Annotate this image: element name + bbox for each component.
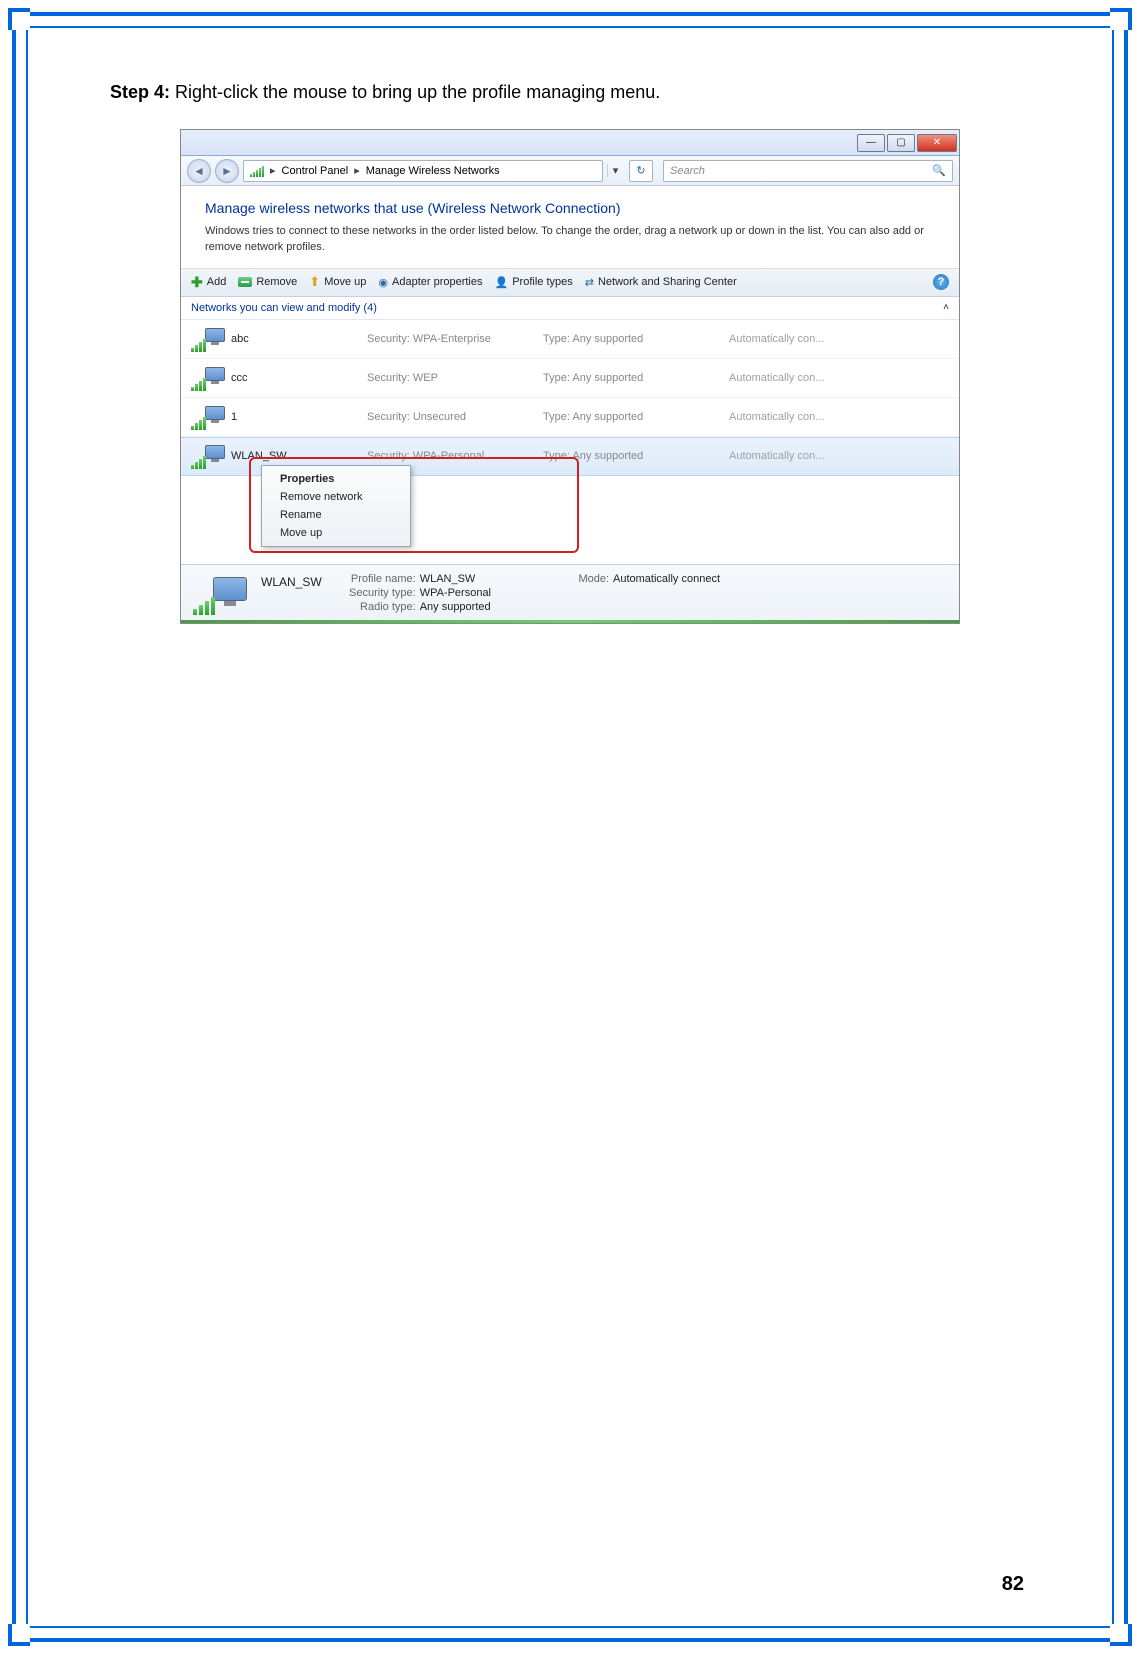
detail-radio-type: Radio type:Any supported <box>338 601 491 613</box>
network-security: Security: Unsecured <box>367 411 537 423</box>
adapter-icon: ◉ <box>378 276 388 289</box>
breadcrumb-dropdown[interactable]: ▾ <box>607 164 623 177</box>
network-name: abc <box>231 333 361 345</box>
minimize-button[interactable]: — <box>857 134 885 152</box>
network-auto: Automatically con... <box>729 372 949 384</box>
moveup-button[interactable]: ⬆Move up <box>309 274 366 290</box>
back-button[interactable]: ◄ <box>187 159 211 183</box>
chevron-up-icon[interactable]: ˄ <box>943 302 949 314</box>
step-label: Step 4: <box>110 82 170 102</box>
person-icon: 👤 <box>495 276 509 289</box>
up-arrow-icon: ⬆ <box>309 274 320 290</box>
page-description: Windows tries to connect to these networ… <box>205 224 935 256</box>
network-security: Security: WPA-Personal <box>367 450 537 462</box>
step-instruction: Step 4: Right-click the mouse to bring u… <box>110 82 1030 103</box>
plus-icon: ✚ <box>191 274 203 291</box>
share-icon: ⇄ <box>585 276 594 289</box>
refresh-button[interactable]: ↻ <box>629 160 653 182</box>
explorer-nav: ◄ ► ▸ Control Panel ▸ Manage Wireless Ne… <box>181 156 959 186</box>
detail-security-type: Security type:WPA-Personal <box>338 587 491 599</box>
menu-rename[interactable]: Rename <box>262 506 410 524</box>
step-body: Right-click the mouse to bring up the pr… <box>170 82 660 102</box>
add-button[interactable]: ✚Add <box>191 274 226 291</box>
network-icon <box>191 326 225 352</box>
details-network-icon <box>193 573 249 615</box>
profile-types-button[interactable]: 👤Profile types <box>495 276 573 289</box>
breadcrumb-seg-2[interactable]: Manage Wireless Networks <box>366 165 500 177</box>
list-caption: Networks you can view and modify (4) ˄ <box>181 297 959 320</box>
network-sharing-button[interactable]: ⇄Network and Sharing Center <box>585 276 737 289</box>
breadcrumb-seg-1[interactable]: Control Panel <box>282 165 349 177</box>
network-icon <box>191 404 225 430</box>
breadcrumb[interactable]: ▸ Control Panel ▸ Manage Wireless Networ… <box>243 160 603 182</box>
network-name: ccc <box>231 372 361 384</box>
adapter-properties-button[interactable]: ◉Adapter properties <box>378 276 482 289</box>
network-row[interactable]: 1 Security: Unsecured Type: Any supporte… <box>181 398 959 437</box>
search-placeholder: Search <box>670 165 705 177</box>
search-icon: 🔍 <box>932 164 946 177</box>
menu-properties[interactable]: Properties <box>262 470 410 488</box>
network-auto: Automatically con... <box>729 411 949 423</box>
remove-button[interactable]: Remove <box>238 276 297 288</box>
close-button[interactable]: ✕ <box>917 134 957 152</box>
menu-move-up[interactable]: Move up <box>262 524 410 542</box>
network-row[interactable]: abc Security: WPA-Enterprise Type: Any s… <box>181 320 959 359</box>
page-title: Manage wireless networks that use (Wirel… <box>205 200 935 216</box>
help-icon[interactable]: ? <box>933 274 949 290</box>
details-panel: WLAN_SW Profile name:WLAN_SW Security ty… <box>181 564 959 623</box>
context-menu: Properties Remove network Rename Move up <box>261 465 411 547</box>
network-icon <box>191 443 225 469</box>
network-auto: Automatically con... <box>729 450 949 462</box>
network-type: Type: Any supported <box>543 411 723 423</box>
network-security: Security: WEP <box>367 372 537 384</box>
details-network-name: WLAN_SW <box>261 575 322 589</box>
screenshot-window: — ▢ ✕ ◄ ► ▸ Control Panel ▸ Manage Wirel… <box>180 129 960 624</box>
detail-profile-name: Profile name:WLAN_SW <box>338 573 491 585</box>
toolbar: ✚Add Remove ⬆Move up ◉Adapter properties… <box>181 269 959 297</box>
search-input[interactable]: Search 🔍 <box>663 160 953 182</box>
network-type: Type: Any supported <box>543 450 723 462</box>
detail-mode: Mode:Automatically connect <box>531 573 720 585</box>
network-auto: Automatically con... <box>729 333 949 345</box>
maximize-button[interactable]: ▢ <box>887 134 915 152</box>
network-row[interactable]: ccc Security: WEP Type: Any supported Au… <box>181 359 959 398</box>
window-titlebar: — ▢ ✕ <box>181 130 959 156</box>
network-icon <box>191 365 225 391</box>
network-type: Type: Any supported <box>543 372 723 384</box>
signal-icon <box>250 165 264 177</box>
menu-remove-network[interactable]: Remove network <box>262 488 410 506</box>
network-type: Type: Any supported <box>543 333 723 345</box>
forward-button[interactable]: ► <box>215 159 239 183</box>
page-number: 82 <box>1002 1573 1024 1596</box>
network-name: WLAN_SW <box>231 450 361 462</box>
minus-icon <box>238 277 252 287</box>
network-list: abc Security: WPA-Enterprise Type: Any s… <box>181 320 959 564</box>
network-security: Security: WPA-Enterprise <box>367 333 537 345</box>
network-name: 1 <box>231 411 361 423</box>
